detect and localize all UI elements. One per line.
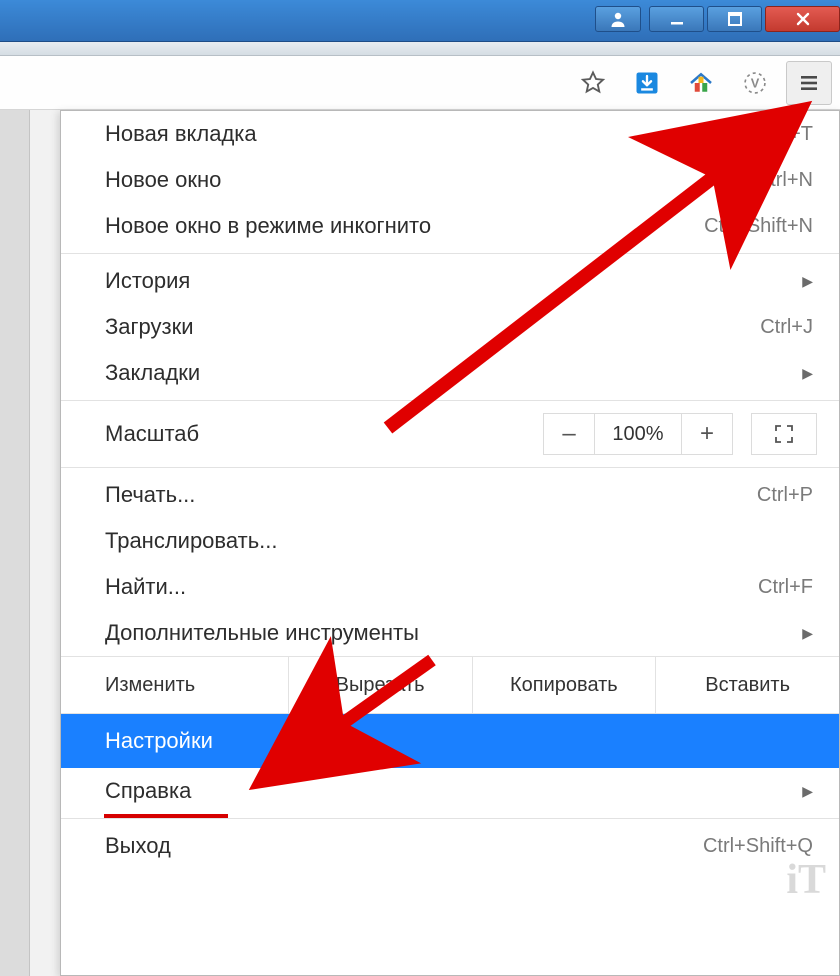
menu-item-cast[interactable]: Транслировать... — [61, 518, 839, 564]
menu-item-shortcut: Ctrl+J — [760, 316, 813, 339]
menu-item-incognito[interactable]: Новое окно в режиме инкогнито Ctrl+Shift… — [61, 203, 839, 249]
star-icon[interactable] — [570, 61, 616, 105]
menu-item-shortcut: Ctrl+F — [758, 576, 813, 599]
menu-separator — [61, 253, 839, 254]
fullscreen-button[interactable] — [751, 413, 817, 455]
edit-copy-button[interactable]: Копировать — [473, 657, 657, 713]
window-minimize-button[interactable] — [649, 6, 704, 32]
menu-item-shortcut: Ctrl+Shift+N — [704, 215, 813, 238]
menu-item-new-window[interactable]: Новое окно Ctrl+N — [61, 157, 839, 203]
tab-strip — [0, 42, 840, 56]
menu-item-new-tab[interactable]: Новая вкладка Ctrl+T — [61, 111, 839, 157]
menu-item-label: Настройки — [105, 728, 813, 754]
menu-item-label: Масштаб — [105, 421, 543, 447]
menu-item-shortcut: Ctrl+T — [758, 123, 813, 146]
submenu-arrow-icon: ▶ — [802, 365, 813, 382]
menu-item-label: Загрузки — [105, 314, 760, 340]
sidebar-strip — [0, 110, 30, 976]
zoom-controls: – 100% + — [543, 413, 839, 455]
edit-paste-button[interactable]: Вставить — [656, 657, 839, 713]
menu-separator — [61, 818, 839, 819]
menu-item-exit[interactable]: Выход Ctrl+Shift+Q — [61, 823, 839, 869]
menu-item-label: Закладки — [105, 360, 794, 386]
menu-item-more-tools[interactable]: Дополнительные инструменты ▶ — [61, 610, 839, 656]
edit-cut-button[interactable]: Вырезать — [289, 657, 473, 713]
home-icon[interactable] — [678, 61, 724, 105]
menu-item-shortcut: Ctrl+N — [756, 169, 813, 192]
zoom-out-button[interactable]: – — [543, 413, 595, 455]
menu-item-print[interactable]: Печать... Ctrl+P — [61, 472, 839, 518]
menu-item-label: Найти... — [105, 574, 758, 600]
menu-item-history[interactable]: История ▶ — [61, 258, 839, 304]
edit-label: Изменить — [61, 657, 289, 713]
extensions-gear-icon[interactable]: V — [732, 61, 778, 105]
menu-item-find[interactable]: Найти... Ctrl+F — [61, 564, 839, 610]
annotation-underline — [104, 814, 228, 818]
menu-item-downloads[interactable]: Загрузки Ctrl+J — [61, 304, 839, 350]
submenu-arrow-icon: ▶ — [802, 273, 813, 290]
menu-item-settings[interactable]: Настройки — [61, 714, 839, 768]
menu-item-label: Справка — [105, 778, 794, 804]
zoom-value: 100% — [595, 413, 681, 455]
menu-item-label: Дополнительные инструменты — [105, 620, 794, 646]
menu-edit-row: Изменить Вырезать Копировать Вставить — [61, 656, 839, 714]
menu-separator — [61, 467, 839, 468]
browser-toolbar: V — [0, 56, 840, 110]
window-close-button[interactable] — [765, 6, 840, 32]
menu-item-label: Печать... — [105, 482, 757, 508]
download-icon[interactable] — [624, 61, 670, 105]
menu-item-label: История — [105, 268, 794, 294]
window-controls — [595, 0, 840, 41]
window-user-button[interactable] — [595, 6, 641, 32]
menu-item-label: Новое окно в режиме инкогнито — [105, 213, 704, 239]
submenu-arrow-icon: ▶ — [802, 625, 813, 642]
zoom-in-button[interactable]: + — [681, 413, 733, 455]
window-maximize-button[interactable] — [707, 6, 762, 32]
menu-item-label: Выход — [105, 833, 703, 859]
menu-item-label: Новая вкладка — [105, 121, 758, 147]
menu-item-label: Новое окно — [105, 167, 756, 193]
menu-item-shortcut: Ctrl+Shift+Q — [703, 835, 813, 858]
menu-button[interactable] — [786, 61, 832, 105]
menu-item-bookmarks[interactable]: Закладки ▶ — [61, 350, 839, 396]
browser-main-menu: Новая вкладка Ctrl+T Новое окно Ctrl+N Н… — [60, 110, 840, 976]
menu-separator — [61, 400, 839, 401]
submenu-arrow-icon: ▶ — [802, 783, 813, 800]
menu-item-shortcut: Ctrl+P — [757, 484, 813, 507]
menu-item-help[interactable]: Справка ▶ — [61, 768, 839, 814]
menu-item-label: Транслировать... — [105, 528, 813, 554]
window-titlebar — [0, 0, 840, 42]
watermark: iT — [786, 856, 826, 904]
menu-item-zoom: Масштаб – 100% + — [61, 405, 839, 463]
svg-text:V: V — [751, 75, 760, 90]
